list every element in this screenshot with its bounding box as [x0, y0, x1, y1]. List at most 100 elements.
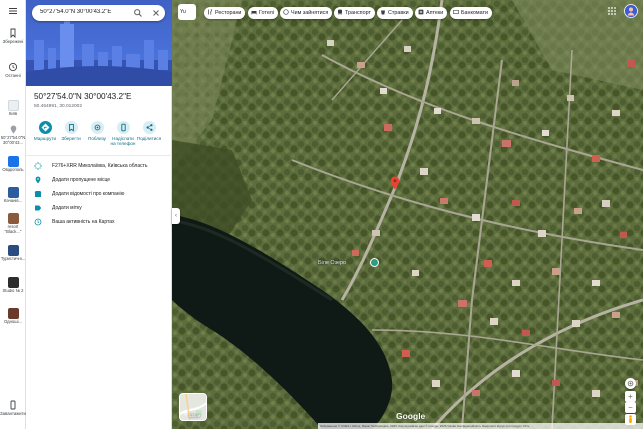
recent-label: Останні — [5, 73, 21, 78]
lake-marker-icon[interactable] — [370, 258, 379, 267]
transit-icon — [338, 9, 342, 15]
place-thumbnail — [7, 308, 19, 319]
recent-item[interactable]: Качанів... — [0, 187, 26, 204]
place-thumbnail — [7, 187, 19, 198]
place-panel: 50°27'54.0"N 30°00'43.2"E 50.464991, 30.… — [26, 0, 172, 429]
chip-things-to-do[interactable]: Чим зайнятися — [280, 7, 333, 19]
recent-item-label: resort "Black..." — [4, 225, 22, 234]
place-thumbnail — [7, 277, 19, 288]
bookmark-icon — [64, 121, 78, 134]
save-button[interactable]: Зберегти — [58, 121, 84, 141]
maps-activity-text: Ваша активність на Картах — [52, 219, 115, 225]
dropped-pin-icon[interactable] — [390, 176, 400, 190]
left-rail: Збережені Останні Київ 50°27'54.0"N 30°0… — [0, 0, 26, 429]
search-box[interactable]: 50°27'54.0"N 30°00'43.2"E — [32, 5, 165, 21]
recent-item-label: Studio № 2 — [2, 289, 24, 293]
download-app-button[interactable]: Завантажити... — [0, 400, 26, 421]
bookmark-icon — [10, 28, 16, 38]
phone-icon — [10, 400, 16, 410]
chip-label: Чим зайнятися — [291, 10, 329, 16]
share-icon — [142, 121, 156, 134]
plus-code-icon — [34, 162, 42, 170]
layers-button[interactable]: Шари — [179, 393, 207, 421]
map-tools-button[interactable]: Yu — [178, 4, 196, 20]
recent-item[interactable]: resort "Black..." — [0, 213, 26, 235]
send-to-phone-button[interactable]: Надіслати на телефон — [110, 121, 136, 146]
action-label: Маршрути — [33, 136, 57, 141]
recent-item-label: Туристичні... — [0, 257, 26, 261]
zoom-in-button[interactable]: + — [625, 391, 636, 402]
my-location-button[interactable] — [625, 378, 636, 389]
tools-label: Yu — [180, 9, 186, 15]
recent-item[interactable]: 50°27'54.0"N 30°00'43... — [0, 124, 26, 146]
add-business-row[interactable]: Додати відомості про компанію — [26, 188, 172, 200]
attribution-bar[interactable]: Зображення © CNES / Airbus, Maxar Techno… — [318, 423, 643, 429]
place-title: 50°27'54.0"N 30°00'43.2"E — [34, 92, 132, 101]
pin-icon — [10, 125, 16, 134]
close-icon[interactable] — [151, 8, 161, 18]
satellite-map[interactable] — [172, 0, 643, 429]
menu-icon — [9, 8, 17, 14]
takeout-icon — [381, 10, 385, 15]
share-button[interactable]: Поділитися — [136, 121, 162, 141]
recent-button[interactable]: Останні — [0, 62, 26, 78]
layers-icon — [183, 411, 188, 416]
directions-button[interactable]: Маршрути — [32, 121, 58, 141]
layers-label: Шари — [189, 413, 201, 418]
chevron-left-icon: ‹ — [175, 213, 177, 219]
chip-takeout[interactable]: Стравки — [377, 7, 413, 19]
recent-item[interactable]: Studio № 2 — [0, 277, 26, 299]
place-thumbnail — [7, 245, 19, 256]
zoom-out-button[interactable]: − — [625, 402, 636, 413]
apps-icon[interactable] — [607, 6, 617, 16]
place-thumbnail — [7, 213, 19, 224]
recent-item[interactable]: Одноші... — [0, 308, 26, 325]
hotel-icon — [251, 11, 257, 15]
map-imagery — [172, 0, 643, 429]
add-label-row[interactable]: Додати мітку — [26, 202, 172, 214]
place-coordinates[interactable]: 50.464991, 30.012002 — [34, 104, 82, 109]
recent-item[interactable]: Київ — [0, 100, 26, 117]
recent-item-label: Одноші... — [3, 319, 23, 324]
plus-code-row[interactable]: F276+XRR Миколаївка, Київська область — [26, 160, 172, 172]
saved-button[interactable]: Збережені — [0, 28, 26, 44]
menu-button[interactable] — [0, 6, 26, 17]
history-icon — [8, 62, 18, 72]
add-missing-place-row[interactable]: Додати пропущене місце — [26, 174, 172, 186]
directions-icon — [38, 121, 52, 134]
avatar[interactable] — [624, 4, 638, 18]
action-label: Надіслати на телефон — [110, 136, 136, 146]
maps-app: Збережені Останні Київ 50°27'54.0"N 30°0… — [0, 0, 643, 429]
lake-label[interactable]: Біле Озеро — [318, 260, 346, 266]
search-input[interactable]: 50°27'54.0"N 30°00'43.2"E — [40, 9, 130, 15]
chip-restaurants[interactable]: Ресторани — [204, 7, 246, 19]
plus-icon: + — [628, 392, 633, 401]
add-missing-place-text: Додати пропущене місце — [52, 177, 111, 183]
chip-label: Банкомати — [461, 10, 488, 16]
recent-item-label: Качанів... — [3, 198, 23, 203]
phone-icon — [116, 121, 130, 134]
recent-item[interactable]: Овідіополь — [0, 156, 26, 178]
action-buttons: Маршрути Зберегти Поблизу Надіслати на т… — [32, 121, 166, 151]
recent-item-label: Овідіополь — [2, 168, 24, 172]
recent-item-label: Київ — [8, 111, 18, 116]
chip-transit[interactable]: Транспорт — [334, 7, 375, 19]
chip-hotels[interactable]: Готелі — [248, 7, 279, 19]
google-logo: Google — [396, 411, 426, 421]
history-icon — [34, 218, 42, 226]
recent-item[interactable]: Туристичні... — [0, 245, 26, 267]
chip-label: Готелі — [259, 10, 275, 16]
label-icon — [35, 205, 42, 211]
chip-label: Транспорт — [345, 10, 371, 16]
maps-activity-row[interactable]: Ваша активність на Картах — [26, 216, 172, 228]
search-icon[interactable] — [133, 8, 143, 18]
divider — [26, 155, 172, 156]
plus-code-text: F276+XRR Миколаївка, Київська область — [52, 163, 148, 169]
nearby-button[interactable]: Поблизу — [84, 121, 110, 141]
action-label: Поблизу — [88, 136, 106, 141]
chip-label: Стравки — [388, 10, 409, 16]
chip-atms[interactable]: Банкомати — [450, 7, 492, 19]
pharmacy-icon — [418, 9, 424, 15]
collapse-panel-button[interactable]: ‹ — [172, 208, 180, 224]
chip-pharmacies[interactable]: Аптеки — [415, 7, 448, 19]
